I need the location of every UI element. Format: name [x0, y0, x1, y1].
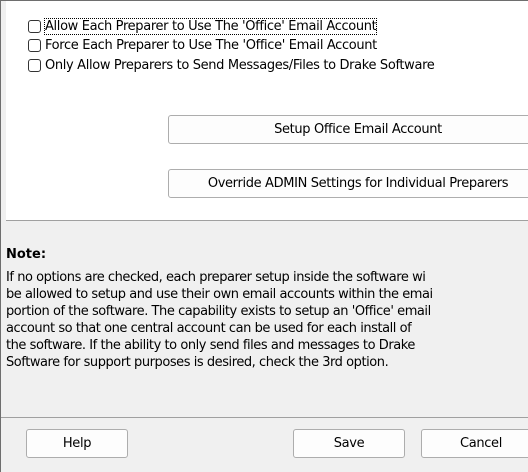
only-drake-software-checkbox[interactable] — [28, 58, 41, 72]
note-line: Software for support purposes is desired… — [6, 355, 389, 370]
footer-divider — [1, 417, 528, 418]
setup-office-email-button[interactable]: Setup Office Email Account — [168, 115, 528, 144]
note-line: be allowed to setup and use their own em… — [6, 287, 433, 302]
note-line: the software. If the ability to only sen… — [6, 338, 415, 353]
option-allow-office-email[interactable]: Allow Each Preparer to Use The 'Office' … — [28, 17, 378, 35]
note-line: portion of the software. The capability … — [6, 304, 431, 319]
option-only-drake-software[interactable]: Only Allow Preparers to Send Messages/Fi… — [28, 56, 435, 74]
option-label: Force Each Preparer to Use The 'Office' … — [45, 37, 377, 53]
allow-office-email-checkbox[interactable] — [28, 19, 41, 33]
note-title: Note: — [6, 247, 47, 262]
note-line: If no options are checked, each preparer… — [6, 270, 426, 285]
note-line: account so that one central account can … — [6, 321, 412, 336]
email-settings-dialog: Allow Each Preparer to Use The 'Office' … — [0, 0, 528, 472]
force-office-email-checkbox[interactable] — [28, 38, 41, 52]
option-label: Only Allow Preparers to Send Messages/Fi… — [45, 57, 435, 73]
cancel-button[interactable]: Cancel — [421, 429, 528, 458]
option-force-office-email[interactable]: Force Each Preparer to Use The 'Office' … — [28, 36, 377, 54]
help-button[interactable]: Help — [26, 429, 128, 458]
override-admin-settings-button[interactable]: Override ADMIN Settings for Individual P… — [168, 169, 528, 198]
options-panel: Allow Each Preparer to Use The 'Office' … — [6, 1, 528, 221]
note-text: If no options are checked, each preparer… — [6, 269, 528, 371]
save-button[interactable]: Save — [293, 429, 405, 458]
option-label: Allow Each Preparer to Use The 'Office' … — [43, 17, 378, 35]
